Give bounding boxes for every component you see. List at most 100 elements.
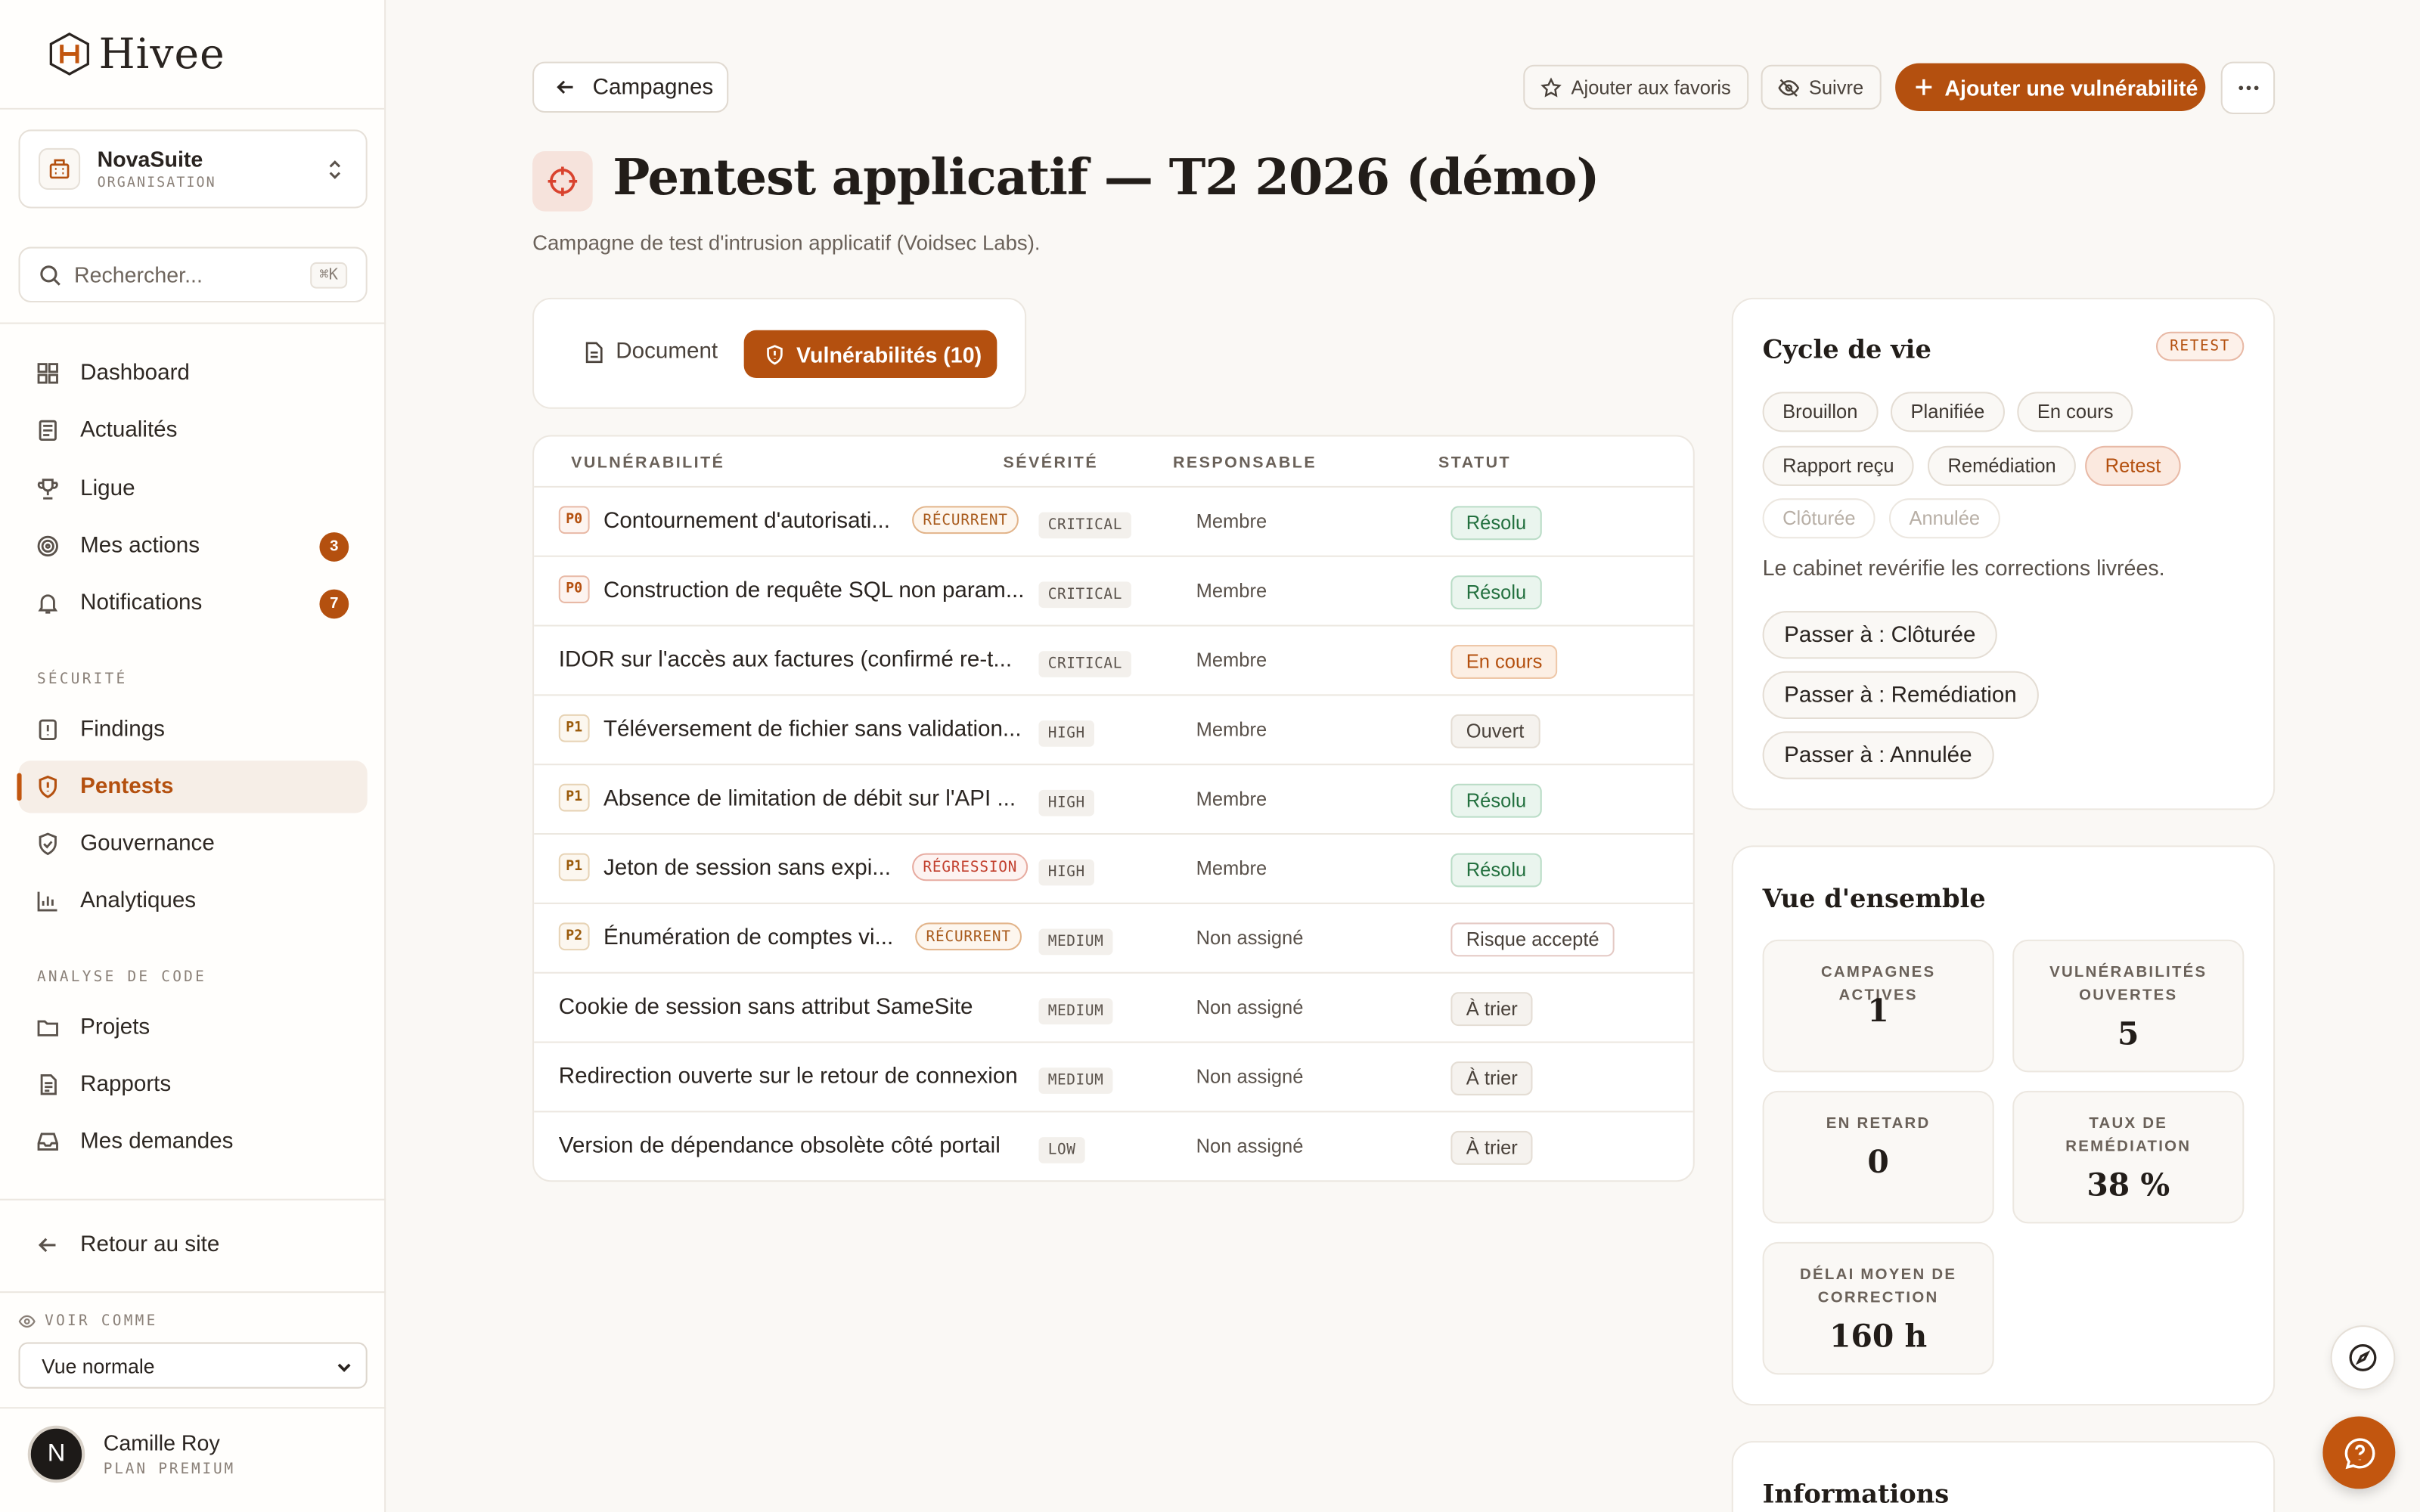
user-profile[interactable]: N Camille Roy PLAN PREMIUM bbox=[27, 1425, 235, 1483]
arrow-left-icon bbox=[557, 80, 573, 94]
guided-tour-button[interactable] bbox=[2330, 1325, 2396, 1390]
nav-item-projets[interactable]: Projets bbox=[18, 1001, 367, 1053]
user-name: Camille Roy bbox=[103, 1430, 220, 1455]
nav-label: Ligue bbox=[80, 476, 135, 502]
nav-item-rapports[interactable]: Rapports bbox=[18, 1058, 367, 1111]
current-stage-badge: RETEST bbox=[2155, 331, 2245, 361]
recurrence-tag: RÉCURRENT bbox=[915, 922, 1022, 951]
owner-cell: Non assigné bbox=[1196, 927, 1304, 950]
search-input[interactable]: Rechercher... bbox=[74, 262, 203, 287]
table-row[interactable]: Cookie de session sans attribut SameSite… bbox=[534, 971, 1693, 1042]
status-badge: En cours bbox=[1450, 645, 1558, 679]
stat-value: 1 bbox=[1867, 992, 1889, 1030]
lifecycle-panel: Cycle de vie RETEST Brouillon Planifiée … bbox=[1731, 297, 2276, 810]
priority-badge: P0 bbox=[558, 506, 590, 534]
stage-chip-retest: Retest bbox=[2085, 445, 2181, 486]
nav-item-actualites[interactable]: Actualités bbox=[18, 404, 367, 457]
chevron-up-down-icon bbox=[329, 160, 341, 179]
vulnerability-name[interactable]: Énumération de comptes vi... bbox=[603, 925, 893, 950]
help-chat-button[interactable] bbox=[2322, 1416, 2396, 1489]
view-as-select[interactable]: Vue normale bbox=[18, 1342, 368, 1389]
add-to-favorites-button[interactable]: Ajouter aux favoris bbox=[1523, 64, 1749, 110]
nav-label: Actualités bbox=[80, 418, 178, 443]
nav-item-gouvernance[interactable]: Gouvernance bbox=[18, 818, 367, 870]
inbox-icon bbox=[37, 1132, 58, 1151]
nav-label: Mes actions bbox=[80, 534, 200, 559]
favorite-label: Ajouter aux favoris bbox=[1571, 76, 1731, 98]
vulnerability-name[interactable]: Version de dépendance obsolète côté port… bbox=[559, 1134, 1001, 1159]
vulnerability-name[interactable]: Absence de limitation de débit sur l'API… bbox=[603, 787, 1016, 812]
nav-item-analytiques[interactable]: Analytiques bbox=[18, 875, 367, 927]
owner-cell: Membre bbox=[1196, 788, 1267, 810]
compass-icon bbox=[2349, 1343, 2377, 1371]
transition-annulee-button[interactable]: Passer à : Annulée bbox=[1762, 731, 1994, 779]
column-header-severity[interactable]: SÉVÉRITÉ bbox=[1004, 454, 1099, 472]
nav-item-pentests[interactable]: Pentests bbox=[17, 761, 368, 813]
divider bbox=[0, 322, 386, 324]
transition-cloturee-button[interactable]: Passer à : Clôturée bbox=[1762, 611, 1998, 659]
table-row[interactable]: P1 Téléversement de fichier sans validati… bbox=[534, 694, 1693, 764]
target-icon bbox=[37, 535, 58, 557]
vulnerability-name[interactable]: Redirection ouverte sur le retour de con… bbox=[559, 1064, 1018, 1089]
table-row[interactable]: P0 Contournement d'autorisati... RÉCURRENT… bbox=[534, 485, 1693, 556]
vulnerability-name[interactable]: Construction de requête SQL non param... bbox=[603, 578, 1025, 603]
nav-item-ligue[interactable]: Ligue bbox=[18, 463, 367, 515]
table-row[interactable]: Version de dépendance obsolète côté port… bbox=[534, 1111, 1693, 1180]
nav-label: Projets bbox=[80, 1015, 150, 1040]
nav-section-securite: SÉCURITÉ bbox=[36, 671, 128, 689]
table-row[interactable]: P2 Énumération de comptes vi... RÉCURRENT M… bbox=[534, 902, 1693, 972]
transition-remediation-button[interactable]: Passer à : Remédiation bbox=[1762, 671, 2039, 720]
severity-badge: MEDIUM bbox=[1038, 998, 1113, 1025]
brand-logo[interactable]: Hivee bbox=[0, 0, 385, 110]
vulnerability-name[interactable]: Contournement d'autorisati... bbox=[603, 509, 890, 534]
shield-check-icon bbox=[39, 832, 57, 856]
search-icon bbox=[40, 265, 60, 285]
nav-item-notifications[interactable]: Notifications 7 bbox=[18, 577, 367, 629]
stat-label: DÉLAI MOYEN DE CORRECTION bbox=[1800, 1266, 1957, 1307]
eye-off-icon bbox=[1778, 78, 1800, 96]
nav-item-findings[interactable]: Findings bbox=[18, 704, 367, 756]
vulnerability-name[interactable]: Téléversement de fichier sans validation… bbox=[603, 717, 1022, 742]
nav-label: Findings bbox=[80, 717, 165, 742]
eye-icon bbox=[18, 1315, 36, 1328]
stage-chip-en-cours: En cours bbox=[2017, 392, 2134, 432]
stage-chip-brouillon: Brouillon bbox=[1762, 392, 1878, 432]
owner-cell: Membre bbox=[1196, 580, 1267, 602]
stat-label: EN RETARD bbox=[1826, 1115, 1931, 1132]
nav-item-mes-actions[interactable]: Mes actions 3 bbox=[18, 520, 367, 572]
vulnerability-name[interactable]: IDOR sur l'accès aux factures (confirmé … bbox=[559, 648, 1012, 673]
severity-badge: HIGH bbox=[1038, 720, 1095, 747]
table-row[interactable]: P0 Construction de requête SQL non param.… bbox=[534, 555, 1693, 625]
search-box[interactable]: Rechercher... ⌘K bbox=[18, 246, 368, 302]
org-switcher[interactable]: NovaSuite ORGANISATION bbox=[18, 129, 368, 209]
nav-item-dashboard[interactable]: Dashboard bbox=[18, 347, 367, 399]
back-to-site-link[interactable]: Retour au site bbox=[18, 1219, 367, 1271]
shield-alert-icon bbox=[39, 775, 57, 798]
overview-panel: Vue d'ensemble CAMPAGNES ACTIVES 1 VULNÉ… bbox=[1731, 845, 2276, 1406]
severity-badge: MEDIUM bbox=[1038, 928, 1113, 956]
follow-button[interactable]: Suivre bbox=[1761, 64, 1882, 110]
follow-label: Suivre bbox=[1808, 76, 1864, 98]
table-row[interactable]: P1 Jeton de session sans expi... RÉGRESSIO… bbox=[534, 833, 1693, 903]
vulnerability-name[interactable]: Jeton de session sans expi... bbox=[603, 857, 891, 881]
column-header-status[interactable]: STATUT bbox=[1438, 454, 1511, 472]
table-row[interactable]: P1 Absence de limitation de débit sur l'A… bbox=[534, 764, 1693, 833]
table-row[interactable]: IDOR sur l'accès aux factures (confirmé … bbox=[534, 624, 1693, 695]
lifecycle-title: Cycle de vie bbox=[1762, 334, 1931, 364]
vulnerability-name[interactable]: Cookie de session sans attribut SameSite bbox=[559, 995, 973, 1020]
priority-badge: P1 bbox=[558, 783, 590, 812]
more-options-button[interactable] bbox=[2220, 61, 2276, 115]
crosshair-icon bbox=[532, 150, 593, 212]
back-to-campaigns-button[interactable]: Campagnes bbox=[532, 61, 729, 113]
tab-document[interactable]: Document bbox=[583, 339, 718, 364]
column-header-owner[interactable]: RESPONSABLE bbox=[1173, 454, 1317, 472]
priority-badge: P0 bbox=[558, 575, 590, 603]
tab-vulnerabilities[interactable]: Vulnérabilités (10) bbox=[743, 330, 997, 378]
add-vulnerability-button[interactable]: Ajouter une vulnérabilité bbox=[1895, 63, 2206, 111]
table-row[interactable]: Redirection ouverte sur le retour de con… bbox=[534, 1041, 1693, 1111]
column-header-vulnerability[interactable]: VULNÉRABILITÉ bbox=[571, 454, 724, 472]
priority-badge: P1 bbox=[558, 714, 590, 742]
stat-open-vulnerabilities: VULNÉRABILITÉS OUVERTES 5 bbox=[2012, 939, 2245, 1073]
nav-item-mes-demandes[interactable]: Mes demandes bbox=[18, 1115, 367, 1167]
severity-badge: HIGH bbox=[1038, 789, 1095, 816]
